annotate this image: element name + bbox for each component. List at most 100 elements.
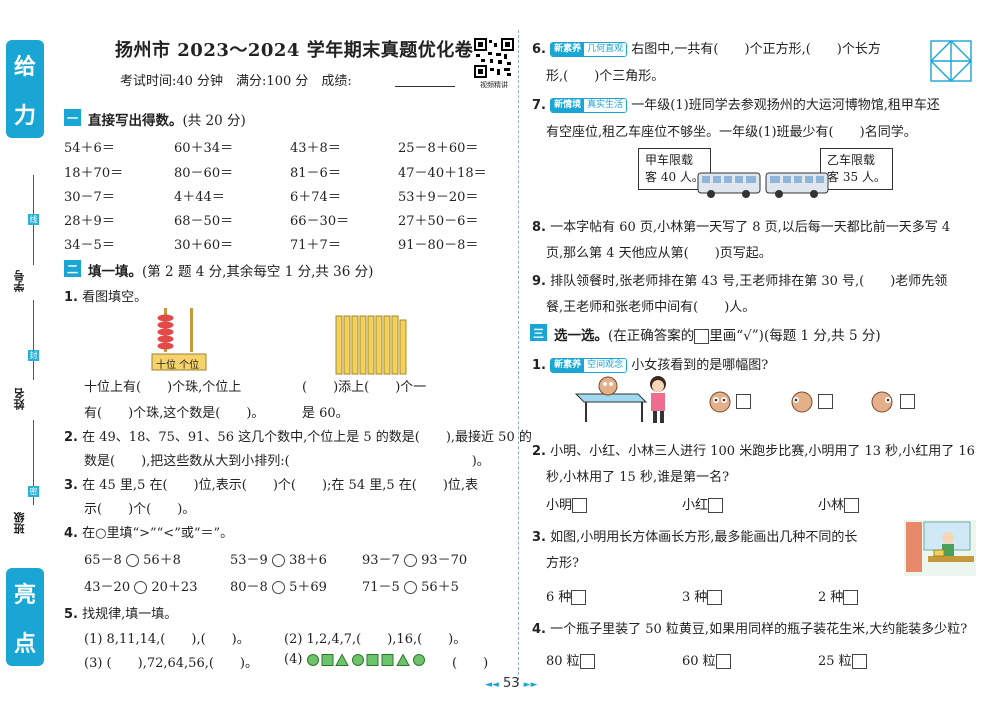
compare-circle[interactable]	[403, 554, 417, 567]
shape-pattern-icon	[307, 653, 425, 666]
section-number: 三	[530, 324, 547, 341]
option-checkbox[interactable]	[579, 654, 595, 669]
sidebar-tab-top: 给 力	[6, 40, 44, 138]
choice-option: 小红	[682, 494, 724, 513]
sign-line: 乙车限载	[827, 153, 876, 167]
question-number: 5.	[64, 607, 78, 622]
question-text: 在 45 里,5 在( )位,表示( )个( );在 54 里,5 在( )位,…	[82, 478, 479, 493]
option-checkbox[interactable]	[707, 590, 723, 605]
question-number: 1.	[64, 290, 78, 305]
badge-sub: 空间观念	[584, 359, 627, 372]
tens-sticks-icon	[335, 315, 407, 375]
question-text: 排队领餐时,张老师排在第 43 号,王老师排在第 30 号,( )老师先领	[550, 274, 948, 289]
sidebar-tab-char: 点	[13, 631, 36, 657]
compare-item: 65－8 56＋8	[84, 549, 181, 568]
seal-mark: 线	[28, 214, 39, 225]
choice-option: 25 粒	[818, 650, 867, 669]
topic-badge: 新情境 真实生活	[550, 98, 628, 113]
question-number: 8.	[532, 220, 546, 235]
option-checkbox[interactable]	[736, 394, 751, 409]
student-name-label: 姓名	[13, 388, 26, 410]
option-checkbox[interactable]	[571, 590, 587, 605]
calc-item: 68－50＝	[174, 214, 234, 229]
compare-circle[interactable]	[125, 554, 139, 567]
score-blank[interactable]	[395, 86, 455, 87]
question-text: 秒,小林用了 15 秒,谁是第一名?	[546, 470, 730, 485]
question-text: 一年级(1)班同学去参观扬州的大运河博物馆,租甲车还	[631, 98, 940, 113]
compare-right: 5＋69	[289, 580, 327, 595]
q1-line2a: 有( )个珠,这个数是( )。	[84, 406, 265, 421]
section-score: 里画“√”)(每题 1 分,共 5 分)	[709, 328, 881, 344]
seal-mark: 封	[28, 350, 39, 361]
choice-option: 3 种	[682, 586, 723, 605]
compare-circle[interactable]	[271, 581, 285, 594]
choice-question-1: 1. 新素养 空间观念 小女孩看到的是哪幅图?	[532, 354, 768, 373]
option-checkbox[interactable]	[715, 654, 731, 669]
q1-line1a: 十位上有( )个珠,个位上	[84, 380, 242, 395]
question-text: 如图,小明用长方体画长方形,最多能画出几种不同的长	[550, 530, 858, 545]
compare-left: 53－9	[230, 553, 268, 568]
boy-drawing-icon	[904, 520, 976, 576]
question-number: 2.	[64, 430, 78, 445]
topic-badge: 新素养 几何直观	[550, 42, 628, 57]
compare-item: 80－8 5＋69	[230, 576, 327, 595]
option-checkbox[interactable]	[900, 394, 915, 409]
badge-main: 新素养	[551, 359, 585, 372]
question-number: 7.	[532, 98, 546, 113]
question-text: 方形?	[546, 556, 579, 571]
option-label: 25 粒	[818, 654, 852, 669]
section-title: 填一填。	[88, 264, 142, 280]
question-3: 3. 在 45 里,5 在( )位,表示( )个( );在 54 里,5 在( …	[64, 474, 478, 493]
prev-arrow-icon: ◄◄	[485, 680, 499, 690]
option-checkbox[interactable]	[818, 394, 833, 409]
class-label: 班级	[13, 512, 26, 534]
question-text: 页,那么第 4 天他应从第( )页写起。	[546, 246, 772, 261]
choice-option: 小明	[546, 494, 588, 513]
question-text: 看图填空。	[82, 290, 148, 305]
page-number: ◄◄ 53 ►►	[485, 676, 538, 691]
calc-item: 81－6＝	[290, 166, 341, 181]
calc-item: 30－7＝	[64, 190, 115, 205]
compare-circle[interactable]	[134, 581, 148, 594]
question-text: 在○里填“>”“<”或“＝”。	[82, 526, 234, 541]
sidebar-tab-bottom: 亮 点	[6, 568, 44, 666]
question-text: 一个瓶子里装了 50 粒黄豆,如果用同样的瓶子装花生米,大约能装多少粒?	[550, 622, 968, 637]
calc-item: 80－60＝	[174, 166, 234, 181]
section-score: (第 2 题 4 分,其余每空 1 分,共 36 分)	[142, 264, 374, 280]
qr-code-icon[interactable]	[474, 38, 514, 78]
section-heading: 选一选。(在正确答案的 里画“√”)(每题 1 分,共 5 分)	[554, 324, 881, 344]
compare-circle[interactable]	[403, 581, 417, 594]
question-text: 形,( )个三角形。	[546, 69, 665, 84]
question-number: 6.	[532, 42, 546, 57]
section-score: (在正确答案的	[608, 328, 695, 344]
page-title: 扬州市 2023～2024 学年期末真题优化卷	[115, 40, 474, 61]
badge-main: 新素养	[551, 43, 585, 56]
exam-info: 考试时间:40 分钟 满分:100 分 成绩:	[120, 74, 352, 89]
bus-icon	[765, 172, 829, 198]
pattern-4-label: (4)	[284, 652, 303, 667]
question-8: 8. 一本字帖有 60 页,小林第一天写了 8 页,以后每一天都比前一天多写 4	[532, 216, 950, 235]
option-checkbox[interactable]	[844, 498, 860, 513]
question-text: 餐,王老师和张老师中间有( )人。	[546, 300, 756, 315]
option-checkbox[interactable]	[843, 590, 859, 605]
q1-line2b: 是 60。	[302, 406, 349, 421]
section-heading: 直接写出得数。(共 20 分)	[88, 109, 246, 129]
compare-item: 43－20 20＋23	[84, 576, 197, 595]
calc-item: 6＋74＝	[290, 190, 341, 205]
compare-item: 53－9 38＋6	[230, 549, 327, 568]
question-number: 3.	[64, 478, 78, 493]
question-7: 7. 新情境 真实生活 一年级(1)班同学去参观扬州的大运河博物馆,租甲车还	[532, 94, 940, 113]
pattern-4-blank: ( )	[452, 656, 489, 671]
pattern-1: (1) 8,11,14,( ),( )。	[84, 632, 250, 647]
q1-line1b: ( )添上( )个一	[302, 380, 427, 395]
option-checkbox[interactable]	[572, 498, 588, 513]
question-text: 示( )个( )。	[84, 502, 196, 517]
question-number: 4.	[532, 622, 546, 637]
option-label: 小红	[682, 498, 709, 513]
question-number: 1.	[532, 358, 546, 373]
option-checkbox[interactable]	[708, 498, 724, 513]
compare-circle[interactable]	[271, 554, 285, 567]
question-9: 9. 排队领餐时,张老师排在第 43 号,王老师排在第 30 号,( )老师先领	[532, 270, 947, 289]
calc-item: 60＋34＝	[174, 141, 234, 156]
option-checkbox[interactable]	[851, 654, 867, 669]
